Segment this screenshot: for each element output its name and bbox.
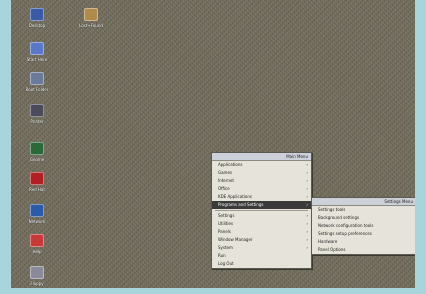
desktop-icon-label: Floppy xyxy=(30,281,44,286)
desktop-icon[interactable]: Printer xyxy=(17,104,57,124)
desktop-icon[interactable]: Network xyxy=(17,204,57,224)
desktop-icon[interactable]: Red Hat xyxy=(17,172,57,192)
desktop-icon[interactable]: Lost+Found xyxy=(71,8,111,28)
menu-item-programs-settings[interactable]: Programs and Settings › xyxy=(212,201,311,209)
submenu-item-hardware[interactable]: Hardware xyxy=(312,238,415,246)
desktop-icon[interactable]: Start Here xyxy=(17,42,57,62)
chevron-right-icon: › xyxy=(306,178,308,183)
chevron-right-icon: › xyxy=(306,213,308,218)
desktop-icon[interactable]: Root Folder xyxy=(17,72,57,92)
desktop-icon[interactable]: Desktop xyxy=(17,8,57,28)
submenu-item-settings-tools[interactable]: Settings tools xyxy=(312,206,415,214)
disk-icon xyxy=(30,266,44,279)
desktop-icon-label: Root Folder xyxy=(25,87,49,92)
bug-icon xyxy=(30,172,44,185)
chevron-right-icon: › xyxy=(306,170,308,175)
menu-item-office[interactable]: Office › xyxy=(212,185,311,193)
chevron-right-icon: › xyxy=(306,202,308,207)
submenu-item-setup-preferences[interactable]: Settings setup preferences xyxy=(312,230,415,238)
menu-item-system[interactable]: System › xyxy=(212,244,311,252)
screenshot-frame: Desktop Lost+Found Start Here Root Folder Pr… xyxy=(0,0,426,294)
menu-item-logout[interactable]: Log Out xyxy=(212,260,311,268)
submenu-item-network-config[interactable]: Network configuration tools xyxy=(312,222,415,230)
menu-item-kde[interactable]: KDE Applications › xyxy=(212,193,311,201)
menu-item-run[interactable]: Run xyxy=(212,252,311,260)
desktop-icon-label: Printer xyxy=(30,119,44,124)
desktop-icon[interactable]: Floppy xyxy=(17,266,57,286)
desktop-icon-label: Help xyxy=(32,249,42,254)
printer-icon xyxy=(30,104,44,117)
chevron-right-icon: › xyxy=(306,162,308,167)
settings-submenu: Settings Menu Settings tools Background … xyxy=(311,197,415,255)
computer-icon xyxy=(30,72,44,85)
submenu-item-panel-options[interactable]: Panel Options xyxy=(312,246,415,254)
desktop-icon[interactable]: Help xyxy=(17,234,57,254)
menu-item-internet[interactable]: Internet › xyxy=(212,177,311,185)
main-menu: Main Menu Applications › Games › Internet ›… xyxy=(211,152,312,269)
menu-item-settings[interactable]: Settings › xyxy=(212,212,311,220)
trash-icon xyxy=(84,8,98,21)
chevron-right-icon: › xyxy=(306,221,308,226)
menu-item-applications[interactable]: Applications › xyxy=(212,161,311,169)
chevron-right-icon: › xyxy=(306,186,308,191)
monitor-icon xyxy=(30,42,44,55)
menu-item-window-manager[interactable]: Window Manager › xyxy=(212,236,311,244)
main-menu-title: Main Menu xyxy=(212,153,311,161)
desktop-icon-label: Red Hat xyxy=(29,187,45,192)
desktop[interactable]: Desktop Lost+Found Start Here Root Folder Pr… xyxy=(11,0,415,288)
desktop-icon-label: Start Here xyxy=(26,57,48,62)
chevron-right-icon: › xyxy=(306,245,308,250)
chevron-right-icon: › xyxy=(306,229,308,234)
submenu-title: Settings Menu xyxy=(312,198,415,206)
help-icon xyxy=(30,234,44,247)
network-icon xyxy=(30,204,44,217)
desktop-icon[interactable]: Gnome xyxy=(17,142,57,162)
chevron-right-icon: › xyxy=(306,237,308,242)
menu-item-panels[interactable]: Panels › xyxy=(212,228,311,236)
desktop-icon-label: Network xyxy=(28,219,46,224)
submenu-item-background[interactable]: Background settings xyxy=(312,214,415,222)
menu-separator xyxy=(215,210,308,211)
home-folder-icon xyxy=(30,8,44,21)
desktop-icon-label: Lost+Found xyxy=(79,23,103,28)
terminal-icon xyxy=(30,142,44,155)
desktop-icon-label: Gnome xyxy=(29,157,45,162)
chevron-right-icon: › xyxy=(306,194,308,199)
desktop-icon-label: Desktop xyxy=(28,23,46,28)
menu-item-games[interactable]: Games › xyxy=(212,169,311,177)
menu-item-utilities[interactable]: Utilities › xyxy=(212,220,311,228)
